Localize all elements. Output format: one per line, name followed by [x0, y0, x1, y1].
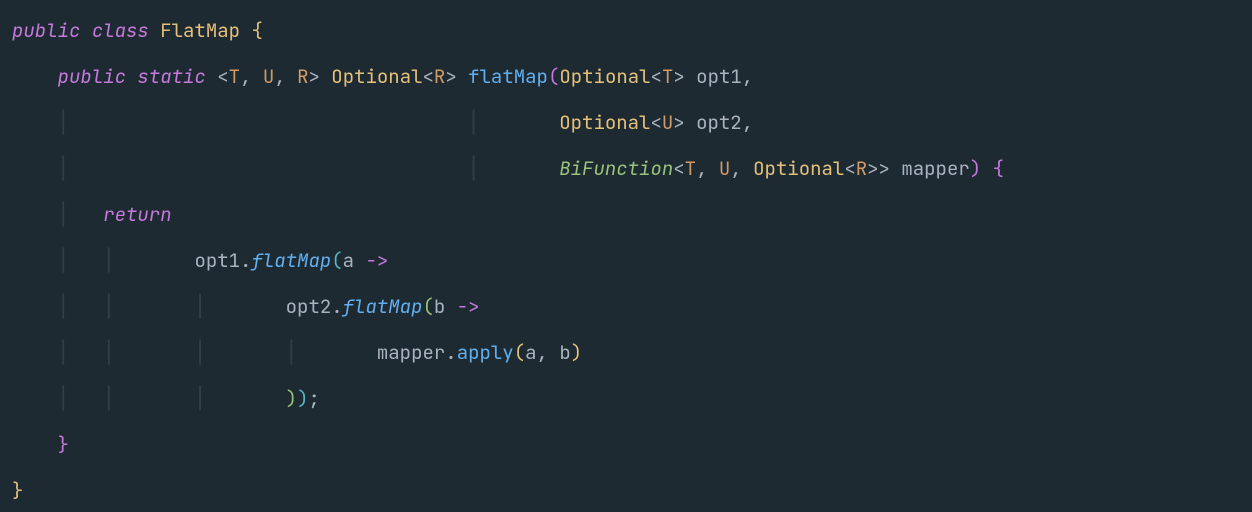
paren-close: ) [297, 386, 308, 411]
type-name: Optional [559, 110, 650, 135]
type-param: T [662, 64, 673, 89]
code-block: public class FlatMap { public static <T,… [0, 0, 1252, 512]
comma: , [742, 110, 753, 135]
param-name: opt2 [696, 110, 742, 135]
keyword-public: public [12, 18, 80, 43]
identifier: mapper [377, 340, 445, 365]
method-call: flatMap [251, 248, 331, 273]
type-param: T [685, 156, 696, 181]
type-param: U [263, 64, 274, 89]
type-param: R [434, 64, 445, 89]
arg: a [525, 340, 536, 365]
type-name: Optional [753, 156, 844, 181]
brace-open: { [251, 18, 262, 43]
type-param: R [856, 156, 867, 181]
paren-open: ( [514, 340, 525, 365]
paren-open: ( [331, 248, 342, 273]
type-name: Optional [331, 64, 422, 89]
comma: , [730, 156, 741, 181]
param-name: opt1 [696, 64, 742, 89]
param-name: mapper [901, 156, 969, 181]
comma: , [240, 64, 251, 89]
keyword-public: public [58, 64, 126, 89]
brace-close: } [12, 478, 23, 503]
angle-open: < [423, 64, 434, 89]
comma: , [696, 156, 707, 181]
angle-open: < [650, 110, 661, 135]
code-line-5: │ return [12, 202, 172, 227]
dot: . [445, 340, 456, 365]
comma: , [742, 64, 753, 89]
keyword-static: static [137, 64, 205, 89]
type-param: R [297, 64, 308, 89]
brace-open: { [993, 156, 1004, 181]
code-line-11: } [12, 478, 23, 503]
code-line-6: │ │ opt1.flatMap(a -> [12, 248, 388, 273]
code-line-7: │ │ │ opt2.flatMap(b -> [12, 294, 480, 319]
angle-close: > [673, 64, 684, 89]
code-line-1: public class FlatMap { [12, 18, 263, 43]
code-line-3: │ │ Optional<U> opt2, [12, 110, 753, 135]
lambda-param: b [434, 294, 445, 319]
paren-open: ( [548, 64, 559, 89]
type-param: U [662, 110, 673, 135]
comma: , [537, 340, 548, 365]
code-line-10: } [12, 432, 69, 457]
method-call: flatMap [343, 294, 423, 319]
type-param: T [229, 64, 240, 89]
brace-close: } [58, 432, 69, 457]
code-line-9: │ │ │ )); [12, 386, 320, 411]
paren-close: ) [571, 340, 582, 365]
dot: . [240, 248, 251, 273]
arg: b [559, 340, 570, 365]
angle-close: > [867, 156, 878, 181]
code-line-2: public static <T, U, R> Optional<R> flat… [12, 64, 753, 89]
class-name: FlatMap [160, 18, 240, 43]
angle-open: < [673, 156, 684, 181]
paren-close: ) [970, 156, 981, 181]
angle-close: > [879, 156, 890, 181]
lambda-arrow: -> [365, 248, 388, 273]
paren-open: ( [422, 294, 433, 319]
angle-close: > [308, 64, 319, 89]
keyword-class: class [92, 18, 149, 43]
angle-open: < [651, 64, 662, 89]
lambda-param: a [343, 248, 354, 273]
angle-open: < [217, 64, 228, 89]
paren-close: ) [286, 386, 297, 411]
type-param: U [719, 156, 730, 181]
angle-open: < [844, 156, 855, 181]
angle-close: > [445, 64, 456, 89]
comma: , [274, 64, 285, 89]
lambda-arrow: -> [457, 294, 480, 319]
dot: . [331, 294, 342, 319]
identifier: opt1 [194, 248, 240, 273]
identifier: opt2 [286, 294, 332, 319]
angle-close: > [673, 110, 684, 135]
type-name: Optional [559, 64, 650, 89]
code-line-8: │ │ │ │ mapper.apply(a, b) [12, 340, 582, 365]
keyword-return: return [103, 202, 171, 227]
code-line-4: │ │ BiFunction<T, U, Optional<R>> mapper… [12, 156, 1004, 181]
type-name: BiFunction [559, 156, 673, 181]
method-name: flatMap [468, 64, 548, 89]
semicolon: ; [308, 386, 319, 411]
method-call: apply [457, 340, 514, 365]
